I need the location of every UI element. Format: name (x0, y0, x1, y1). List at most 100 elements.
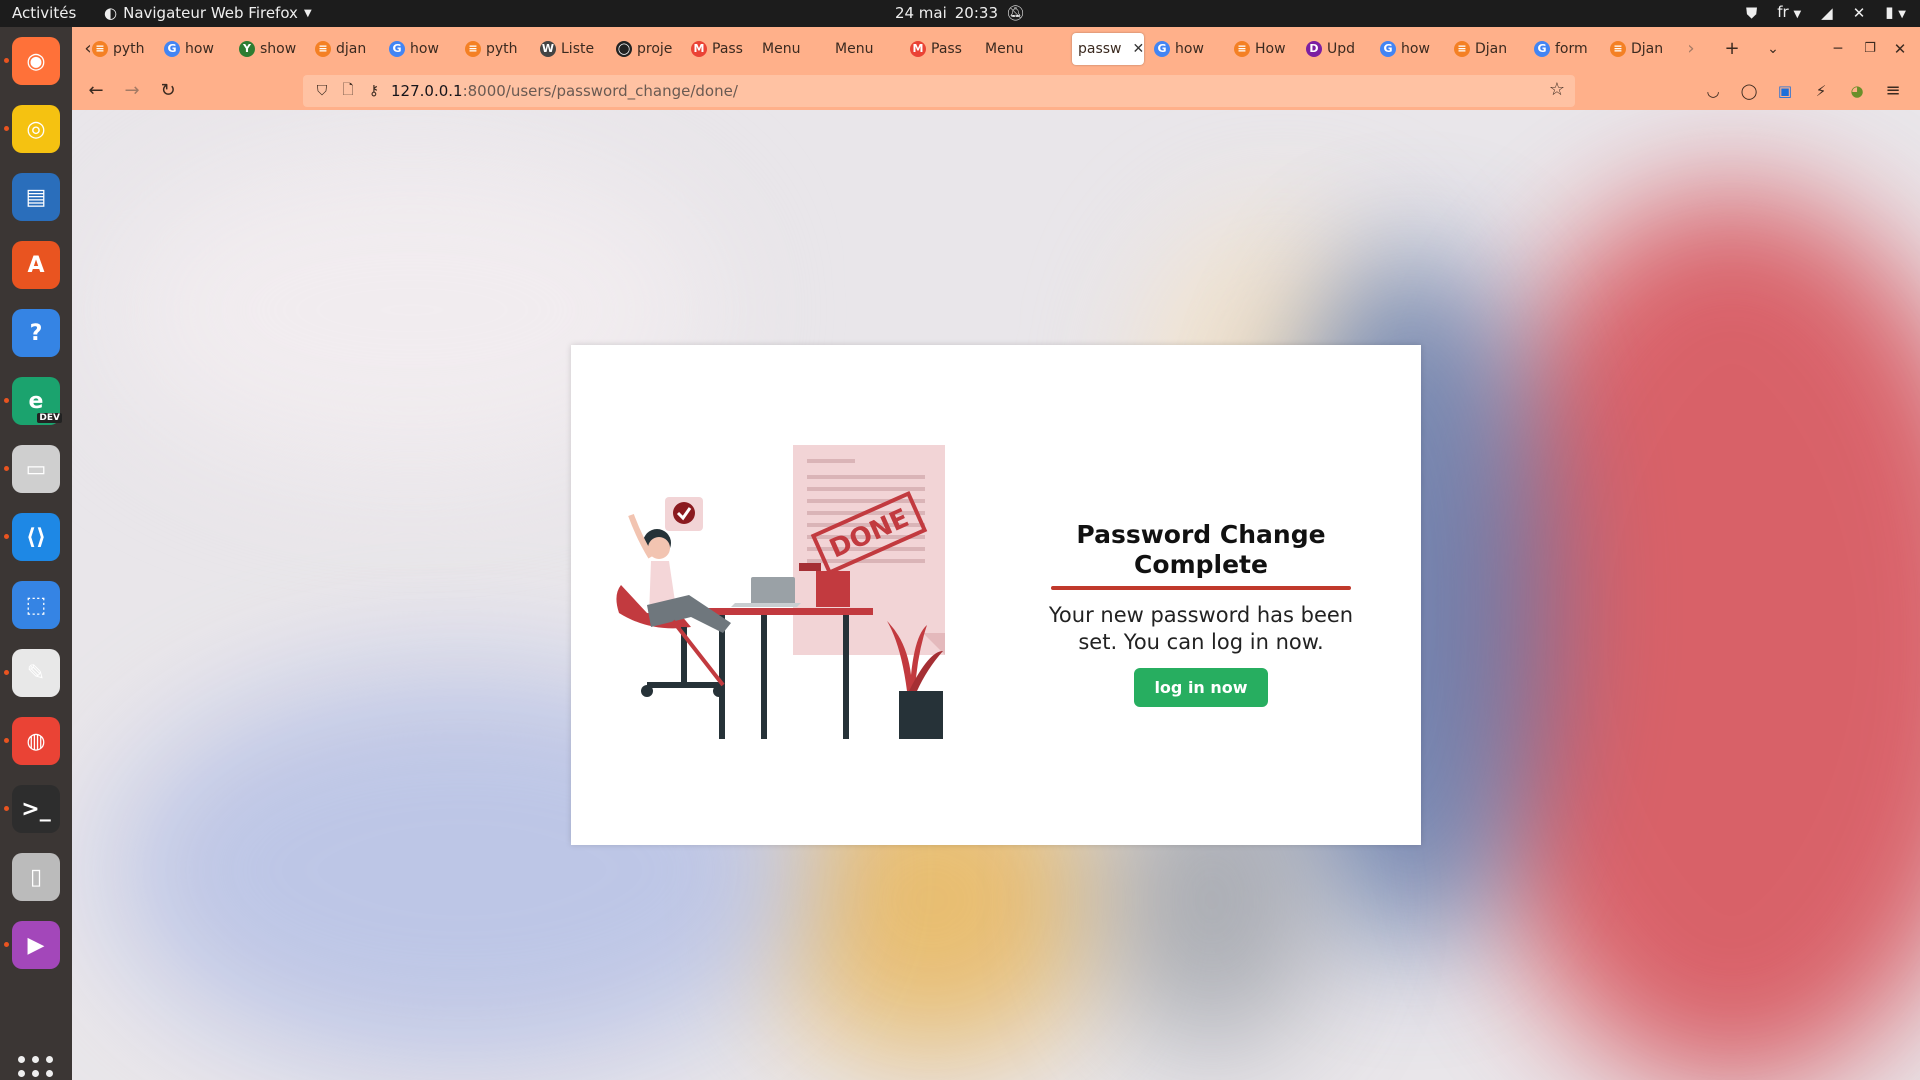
tab-label: Menu (835, 41, 874, 57)
tab-label: Upd (1327, 41, 1356, 57)
tab-label: passw (1078, 41, 1122, 57)
list-all-tabs-icon[interactable]: ⌄ (1761, 37, 1785, 61)
tab[interactable]: Ghow (1148, 33, 1218, 65)
tab-label: Djan (1631, 41, 1664, 57)
tab-label: pyth (113, 41, 145, 57)
google-favicon-icon: G (164, 41, 180, 57)
google-favicon-icon: G (1380, 41, 1396, 57)
tab[interactable]: ≡ djan (309, 33, 379, 65)
minimize-icon[interactable]: ─ (1826, 37, 1850, 61)
clock-date: 24 mai (894, 4, 947, 22)
url-host: 127.0.0.1 (391, 82, 463, 100)
confirmation-message: Your new password has been set. You can … (1048, 603, 1354, 654)
back-icon[interactable]: ← (84, 79, 108, 103)
archive-icon[interactable]: ▯ (12, 853, 60, 901)
bookmark-star-icon[interactable]: ☆ (1549, 79, 1565, 100)
tab[interactable]: Menu (829, 33, 899, 65)
page-content: DONE Password Change Complete Your new p… (72, 110, 1920, 1080)
help-icon[interactable]: ? (12, 309, 60, 357)
close-tab-icon[interactable]: ✕ (1133, 41, 1144, 57)
scroll-tabs-right-icon[interactable]: › (1679, 37, 1703, 61)
show-applications-icon[interactable] (18, 1056, 54, 1080)
clock-time: 20:33 (954, 4, 998, 22)
new-tab-icon[interactable]: + (1720, 37, 1744, 61)
shield-icon[interactable]: ⛉ (309, 83, 335, 99)
tab[interactable]: Menu (979, 33, 1049, 65)
running-indicator (4, 534, 9, 539)
tab[interactable]: ◯ proje (610, 33, 680, 65)
language-indicator[interactable]: fr ▼ (1777, 0, 1801, 28)
clock[interactable]: 24 mai 20:33 🔕︎ (0, 0, 1920, 27)
tab-label: show (260, 41, 297, 57)
menu-icon[interactable]: ≡ (1881, 79, 1905, 103)
tab[interactable]: Ghow (158, 33, 228, 65)
tab[interactable]: ≡ How (1228, 33, 1298, 65)
url-bar[interactable]: ⛉ 🗋︎ ⚷ 127.0.0.1:8000/users/password_cha… (303, 75, 1575, 107)
extension-icon[interactable]: ◕ (1845, 79, 1869, 103)
purple-favicon-icon: D (1306, 41, 1322, 57)
wifi-icon[interactable]: ◢ (1821, 0, 1833, 27)
stackoverflow-favicon-icon: ≡ (1610, 41, 1626, 57)
tab[interactable]: Menu (756, 33, 826, 65)
dev-badge: DEV (37, 413, 62, 423)
tab[interactable]: ≡ Djan (1604, 33, 1674, 65)
gmail-favicon-icon: M (910, 41, 926, 57)
reload-icon[interactable]: ↻ (156, 79, 180, 103)
account-icon[interactable]: ◯ (1737, 79, 1761, 103)
key-icon[interactable]: ⚷ (361, 83, 387, 99)
running-indicator (4, 398, 9, 403)
battery-icon[interactable]: ▮ ▼ (1885, 0, 1906, 28)
edge-dev-icon[interactable]: e DEV (12, 377, 62, 425)
tab[interactable]: M Pass (904, 33, 974, 65)
stackoverflow-favicon-icon: ≡ (315, 41, 331, 57)
tab-label: Djan (1475, 41, 1508, 57)
files-icon[interactable]: ▭ (12, 445, 60, 493)
tab[interactable]: Gform (1528, 33, 1598, 65)
chrome-icon[interactable]: ◍ (12, 717, 60, 765)
tab[interactable]: Ghow (383, 33, 453, 65)
tab[interactable]: D Upd (1300, 33, 1370, 65)
screenshot-icon[interactable]: ⬚ (12, 581, 60, 629)
extension-icon[interactable]: ▣ (1773, 79, 1797, 103)
tab-label: djan (336, 41, 367, 57)
restore-icon[interactable]: ❐ (1858, 37, 1882, 61)
tab[interactable]: ≡ Djan (1448, 33, 1518, 65)
message-panel: Password Change Complete Your new passwo… (1041, 520, 1361, 707)
tab[interactable]: W Liste (534, 33, 604, 65)
stackoverflow-favicon-icon: ≡ (465, 41, 481, 57)
tab[interactable]: Ghow (1374, 33, 1444, 65)
tab[interactable]: ≡ pyth (459, 33, 529, 65)
shield-icon[interactable]: ⛊ (1746, 0, 1757, 27)
forward-icon[interactable]: → (120, 79, 144, 103)
running-indicator (4, 466, 9, 471)
tab-label: how (410, 41, 439, 57)
tab-strip: ‹ ≡ pyth Ghow Yshow ≡ djan Ghow ≡ pyth W Liste ◯ pro… (72, 27, 1920, 71)
tab-label: Pass (712, 41, 743, 57)
volume-muted-icon[interactable]: ✕ (1853, 0, 1866, 27)
vscode-icon[interactable]: ⟨⟩ (12, 513, 60, 561)
tab-active[interactable]: passw ✕ (1072, 33, 1144, 65)
page-icon[interactable]: 🗋︎ (335, 79, 361, 103)
extension-icon[interactable]: ⚡︎ (1809, 79, 1833, 103)
running-indicator (4, 942, 9, 947)
close-window-icon[interactable]: ✕ (1888, 37, 1912, 61)
tab[interactable]: ≡ pyth (86, 33, 156, 65)
running-indicator (4, 126, 9, 131)
video-player-icon[interactable]: ▶ (12, 921, 60, 969)
rhythmbox-icon[interactable]: ◎ (12, 105, 60, 153)
software-center-icon[interactable]: A (12, 241, 60, 289)
hackernoon-favicon-icon: Y (239, 41, 255, 57)
done-illustration: DONE (616, 445, 945, 739)
pocket-icon[interactable]: ◡ (1701, 79, 1725, 103)
text-editor-icon[interactable]: ✎ (12, 649, 60, 697)
tab[interactable]: Yshow (233, 33, 303, 65)
system-tray[interactable]: ⛊ fr ▼ ◢ ✕ ▮ ▼ (1746, 0, 1906, 27)
firefox-icon[interactable]: ◉ (12, 37, 60, 85)
firefox-window: ‹ ≡ pyth Ghow Yshow ≡ djan Ghow ≡ pyth W Liste ◯ pro… (72, 27, 1920, 1080)
writer-icon[interactable]: ▤ (12, 173, 60, 221)
terminal-icon[interactable]: >_ (12, 785, 60, 833)
tab[interactable]: M Pass (685, 33, 755, 65)
tab-label: Pass (931, 41, 962, 57)
log-in-button[interactable]: log in now (1134, 668, 1268, 707)
confirmation-card: DONE Password Change Complete Your new p… (571, 345, 1421, 845)
